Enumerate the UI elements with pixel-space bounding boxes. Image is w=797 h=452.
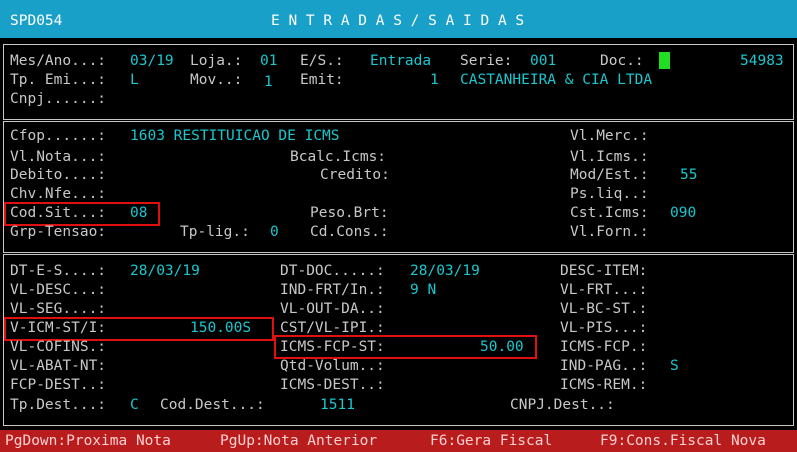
- cd-cons-label: Cd.Cons.:: [310, 223, 389, 241]
- vl-out-da-label: VL-OUT-DA..:: [280, 300, 385, 318]
- serie-field[interactable]: 001: [530, 52, 556, 70]
- ps-liq-label: Ps.liq..:: [570, 185, 649, 203]
- icms-rem-label: ICMS-REM.:: [560, 376, 647, 394]
- cfop-label: Cfop......:: [10, 127, 106, 145]
- loja-field[interactable]: 01: [260, 52, 277, 70]
- tp-emi-field[interactable]: L: [130, 71, 139, 89]
- vl-forn-label: Vl.Forn.:: [570, 223, 649, 241]
- vl-seg-label: VL-SEG....:: [10, 300, 106, 318]
- emit-name: CASTANHEIRA & CIA LTDA: [460, 71, 652, 89]
- cod-dest-label: Cod.Dest...:: [160, 396, 265, 414]
- dt-doc-label: DT-DOC.....:: [280, 262, 385, 280]
- vl-frt-label: VL-FRT...:: [560, 281, 647, 299]
- cnpj-dest-label: CNPJ.Dest..:: [510, 396, 615, 414]
- vl-desc-label: VL-DESC...:: [10, 281, 106, 299]
- grp-tensao-label: Grp-Tensao:: [10, 223, 106, 241]
- screen-code: SPD054: [10, 12, 62, 30]
- v-icm-st-label: V-ICM-ST/I:: [10, 319, 106, 337]
- peso-brt-label: Peso.Brt:: [310, 204, 389, 222]
- vl-icms-label: Vl.Icms.:: [570, 148, 649, 166]
- vl-pis-label: VL-PIS...:: [560, 319, 647, 337]
- mes-ano-label: Mes/Ano...:: [10, 52, 106, 70]
- vl-abat-nt-label: VL-ABAT-NT:: [10, 357, 106, 375]
- icms-fcp-st-label: ICMS-FCP-ST:: [280, 338, 385, 356]
- cfop-field[interactable]: 1603 RESTITUICAO DE ICMS: [130, 127, 340, 145]
- vl-bc-st-label: VL-BC-ST.:: [560, 300, 647, 318]
- ind-frt-field[interactable]: 9 N: [410, 281, 436, 299]
- ind-frt-label: IND-FRT/In.:: [280, 281, 385, 299]
- serie-label: Serie:: [460, 52, 512, 70]
- mov-field[interactable]: 1: [264, 73, 273, 91]
- tp-lig-label: Tp-lig.:: [180, 223, 250, 241]
- tp-dest-label: Tp.Dest...:: [10, 396, 106, 414]
- pgdown-key[interactable]: PgDown:Proxima Nota: [5, 432, 171, 450]
- dt-es-label: DT-E-S....:: [10, 262, 106, 280]
- vl-nota-label: Vl.Nota...:: [10, 148, 106, 166]
- doc-number-field[interactable]: 54983: [740, 52, 784, 70]
- fiscal-panel: [3, 121, 794, 253]
- icms-fcp-st-field[interactable]: 50.00: [480, 338, 524, 356]
- desc-item-label: DESC-ITEM:: [560, 262, 647, 280]
- ind-pag-label: IND-PAG..:: [560, 357, 647, 375]
- dt-doc-field[interactable]: 28/03/19: [410, 262, 480, 280]
- pgup-key[interactable]: PgUp:Nota Anterior: [220, 432, 377, 450]
- es-label: E/S.:: [300, 52, 344, 70]
- mes-ano-field[interactable]: 03/19: [130, 52, 174, 70]
- loja-label: Loja.:: [190, 52, 242, 70]
- mod-est-field[interactable]: 55: [680, 166, 697, 184]
- f6-key[interactable]: F6:Gera Fiscal: [430, 432, 552, 450]
- function-key-bar: PgDown:Proxima Nota PgUp:Nota Anterior F…: [0, 430, 797, 452]
- tp-dest-field[interactable]: C: [130, 396, 139, 414]
- tp-lig-field[interactable]: 0: [270, 223, 279, 241]
- f9-key[interactable]: F9:Cons.Fiscal Nova: [600, 432, 766, 450]
- emit-label: Emit:: [300, 71, 344, 89]
- cnpj-label: Cnpj......:: [10, 90, 106, 108]
- mod-est-label: Mod/Est.:: [570, 166, 649, 184]
- vl-merc-label: Vl.Merc.:: [570, 127, 649, 145]
- mov-label: Mov..:: [190, 71, 242, 89]
- icms-dest-label: ICMS-DEST..:: [280, 376, 385, 394]
- cod-sit-field[interactable]: 08: [130, 204, 147, 222]
- debito-label: Debito....:: [10, 166, 106, 184]
- tp-emi-label: Tp. Emi...:: [10, 71, 106, 89]
- qtd-volum-label: Qtd-Volum..:: [280, 357, 385, 375]
- screen-title: E N T R A D A S / S A I D A S: [271, 12, 524, 30]
- dt-es-field[interactable]: 28/03/19: [130, 262, 200, 280]
- v-icm-st-field[interactable]: 150.00S: [190, 319, 251, 337]
- chv-nfe-label: Chv.Nfe...:: [10, 185, 106, 203]
- text-cursor: [659, 52, 670, 69]
- cst-icms-field[interactable]: 090: [670, 204, 696, 222]
- credito-label: Credito:: [320, 166, 390, 184]
- bcalc-icms-label: Bcalc.Icms:: [290, 148, 386, 166]
- cst-icms-label: Cst.Icms:: [570, 204, 649, 222]
- es-field[interactable]: Entrada: [370, 52, 431, 70]
- title-bar: SPD054 E N T R A D A S / S A I D A S: [0, 0, 797, 38]
- cod-dest-field[interactable]: 1511: [320, 396, 355, 414]
- vl-cofins-label: VL-COFINS.:: [10, 338, 106, 356]
- ind-pag-field[interactable]: S: [670, 357, 679, 375]
- icms-fcp-label: ICMS-FCP.:: [560, 338, 647, 356]
- fcp-dest-label: FCP-DEST..:: [10, 376, 106, 394]
- cod-sit-label: Cod.Sit...:: [10, 204, 106, 222]
- emit-code-field[interactable]: 1: [430, 71, 439, 89]
- doc-label: Doc.:: [600, 52, 644, 70]
